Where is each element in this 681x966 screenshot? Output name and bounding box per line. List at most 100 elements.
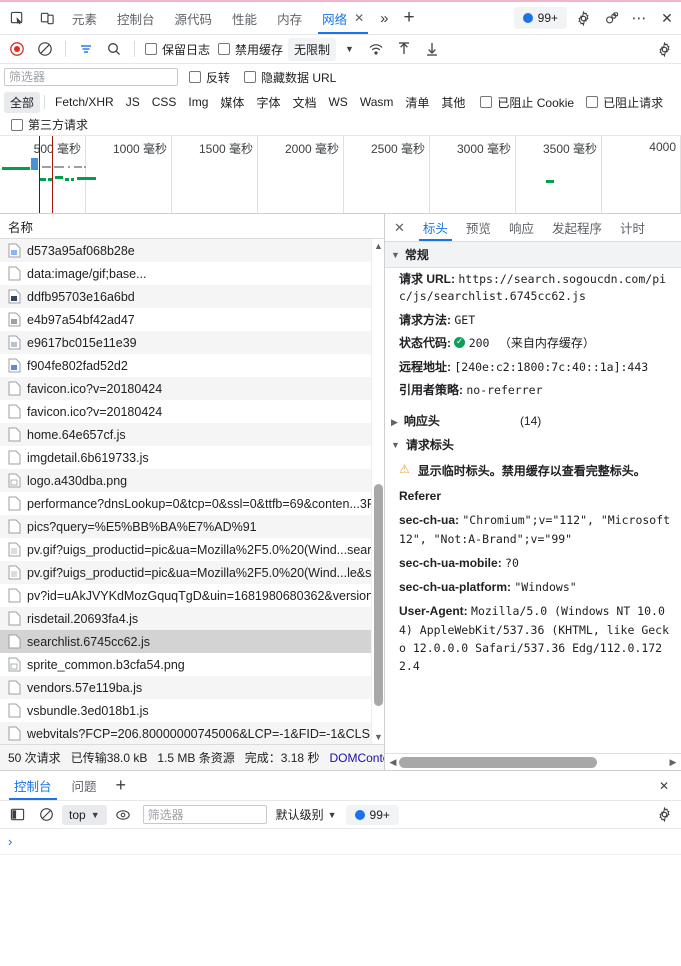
scroll-left-icon[interactable]: ◀ [387,757,399,768]
more-tabs-icon[interactable]: » [374,2,394,34]
table-row[interactable]: home.64e657cf.js [0,423,384,446]
chevron-down-icon[interactable]: ▼ [338,44,361,54]
scroll-down-icon[interactable]: ▼ [373,732,384,742]
gear-icon[interactable] [569,2,597,34]
type-chip-all[interactable]: 全部 [4,92,40,113]
tab-headers[interactable]: 标头 [414,214,457,241]
table-row[interactable]: performance?dnsLookup=0&tcp=0&ssl=0&ttfb… [0,492,384,515]
tab-memory[interactable]: 内存 [267,2,312,34]
close-icon[interactable]: ✕ [354,11,364,25]
hscrollbar-thumb[interactable] [399,757,597,768]
request-list-scrollbar[interactable]: ▲ ▼ [371,239,384,744]
type-chip-img[interactable]: Img [182,93,214,111]
table-row[interactable]: f904fe802fad52d2 [0,354,384,377]
type-chip-ws[interactable]: WS [322,93,353,111]
close-devtools-icon[interactable]: ✕ [653,2,681,34]
table-row[interactable]: logo.a430dba.png [0,469,384,492]
tab-response[interactable]: 响应 [500,214,543,241]
table-row[interactable]: pv?id=uAkJVYKdMozGquqTgD&uin=16819806803… [0,584,384,607]
console-filter-input[interactable] [143,805,267,824]
console-clear-icon[interactable] [33,802,59,828]
add-tab-icon[interactable]: + [395,2,424,34]
general-section-header[interactable]: ▼ 常规 [385,242,681,268]
table-row-selected[interactable]: searchlist.6745cc62.js [0,630,384,653]
search-icon[interactable] [101,36,127,62]
type-chip-font[interactable]: 字体 [250,92,286,113]
type-chip-manifest[interactable]: 清单 [399,92,435,113]
record-icon[interactable] [4,36,30,62]
type-chip-other[interactable]: 其他 [435,92,471,113]
table-row[interactable]: pics?query=%E5%BB%BA%E7%AD%91 [0,515,384,538]
table-row[interactable]: sprite_common.b3cfa54.png [0,653,384,676]
console-settings-gear-icon[interactable] [651,802,677,828]
third-party-checkbox[interactable]: 第三方请求 [8,116,91,133]
close-drawer-icon[interactable]: ✕ [647,771,681,800]
invert-checkbox[interactable]: 反转 [186,69,233,86]
table-row[interactable]: risdetail.20693fa4.js [0,607,384,630]
request-list[interactable]: d573a95af068b28e data:image/gif;base... … [0,239,384,744]
table-row[interactable]: favicon.ico?v=20180424 [0,377,384,400]
export-har-icon[interactable] [419,36,445,62]
table-row[interactable]: ddfb95703e16a6bd [0,285,384,308]
drawer-tab-issues[interactable]: 问题 [62,771,107,800]
request-column-header[interactable]: 名称 [0,214,384,239]
blocked-requests-checkbox[interactable]: 已阻止请求 [583,94,666,111]
type-chip-media[interactable]: 媒体 [214,92,250,113]
console-output-area[interactable]: › [0,829,681,966]
network-overview-timeline[interactable]: 500 毫秒 1000 毫秒 1500 毫秒 2000 毫秒 2500 毫秒 3… [0,136,681,214]
tab-preview[interactable]: 预览 [457,214,500,241]
live-expression-icon[interactable] [110,802,136,828]
console-prompt-row[interactable]: › [0,829,681,855]
filter-icon[interactable] [73,36,99,62]
table-row[interactable]: vsbundle.3ed018b1.js [0,699,384,722]
clear-icon[interactable] [32,36,58,62]
tab-elements[interactable]: 元素 [62,2,107,34]
response-headers-section-header[interactable]: ▶ 响应头 (14) [385,410,681,433]
scroll-up-icon[interactable]: ▲ [373,241,384,251]
preserve-log-checkbox[interactable]: 保留日志 [142,41,213,58]
import-har-icon[interactable] [391,36,417,62]
device-toolbar-icon[interactable] [32,2,62,34]
type-chip-doc[interactable]: 文档 [286,92,322,113]
network-settings-gear-icon[interactable] [651,36,677,62]
table-row[interactable]: data:image/gif;base... [0,262,384,285]
table-row[interactable]: imgdetail.6b619733.js [0,446,384,469]
table-row[interactable]: pv.gif?uigs_productid=pic&ua=Mozilla%2F5… [0,538,384,561]
throttle-select[interactable]: 无限制 [288,38,336,61]
scrollbar-thumb[interactable] [374,484,383,706]
console-context-select[interactable]: top ▼ [62,805,107,825]
customize-icon[interactable] [597,2,625,34]
tab-console[interactable]: 控制台 [107,2,165,34]
type-chip-fetch-xhr[interactable]: Fetch/XHR [49,93,120,111]
table-row[interactable]: webvitals?FCP=206.80000000745006&LCP=-1&… [0,722,384,744]
type-chip-css[interactable]: CSS [146,93,183,111]
console-issues-badge[interactable]: 99+ [346,805,399,825]
issues-badge[interactable]: 99+ [514,7,567,29]
hide-data-urls-checkbox[interactable]: 隐藏数据 URL [241,69,339,86]
inspect-element-icon[interactable] [2,2,32,34]
console-sidebar-icon[interactable] [4,802,30,828]
request-headers-section-header[interactable]: ▼ 请求标头 [385,434,681,457]
tab-network[interactable]: 网络 ✕ [312,2,374,34]
more-options-icon[interactable]: ⋯ [625,2,653,34]
table-row[interactable]: e9617bc015e11e39 [0,331,384,354]
disable-cache-checkbox[interactable]: 禁用缓存 [215,41,286,58]
network-conditions-icon[interactable] [363,36,389,62]
console-level-select[interactable]: 默认级别 ▼ [270,806,343,823]
table-row[interactable]: pv.gif?uigs_productid=pic&ua=Mozilla%2F5… [0,561,384,584]
tab-sources[interactable]: 源代码 [165,2,223,34]
table-row[interactable]: d573a95af068b28e [0,239,384,262]
scroll-right-icon[interactable]: ▶ [667,757,679,768]
type-chip-js[interactable]: JS [120,93,146,111]
close-detail-icon[interactable]: ✕ [385,214,414,241]
table-row[interactable]: vendors.57e119ba.js [0,676,384,699]
table-row[interactable]: favicon.ico?v=20180424 [0,400,384,423]
table-row[interactable]: e4b97a54bf42ad47 [0,308,384,331]
tab-timing[interactable]: 计时 [611,214,654,241]
detail-horizontal-scrollbar[interactable]: ◀ ▶ [385,753,681,770]
blocked-cookies-checkbox[interactable]: 已阻止 Cookie [477,94,577,111]
tab-initiator[interactable]: 发起程序 [543,214,611,241]
tab-performance[interactable]: 性能 [222,2,267,34]
type-chip-wasm[interactable]: Wasm [354,93,400,111]
drawer-tab-console[interactable]: 控制台 [4,771,62,800]
